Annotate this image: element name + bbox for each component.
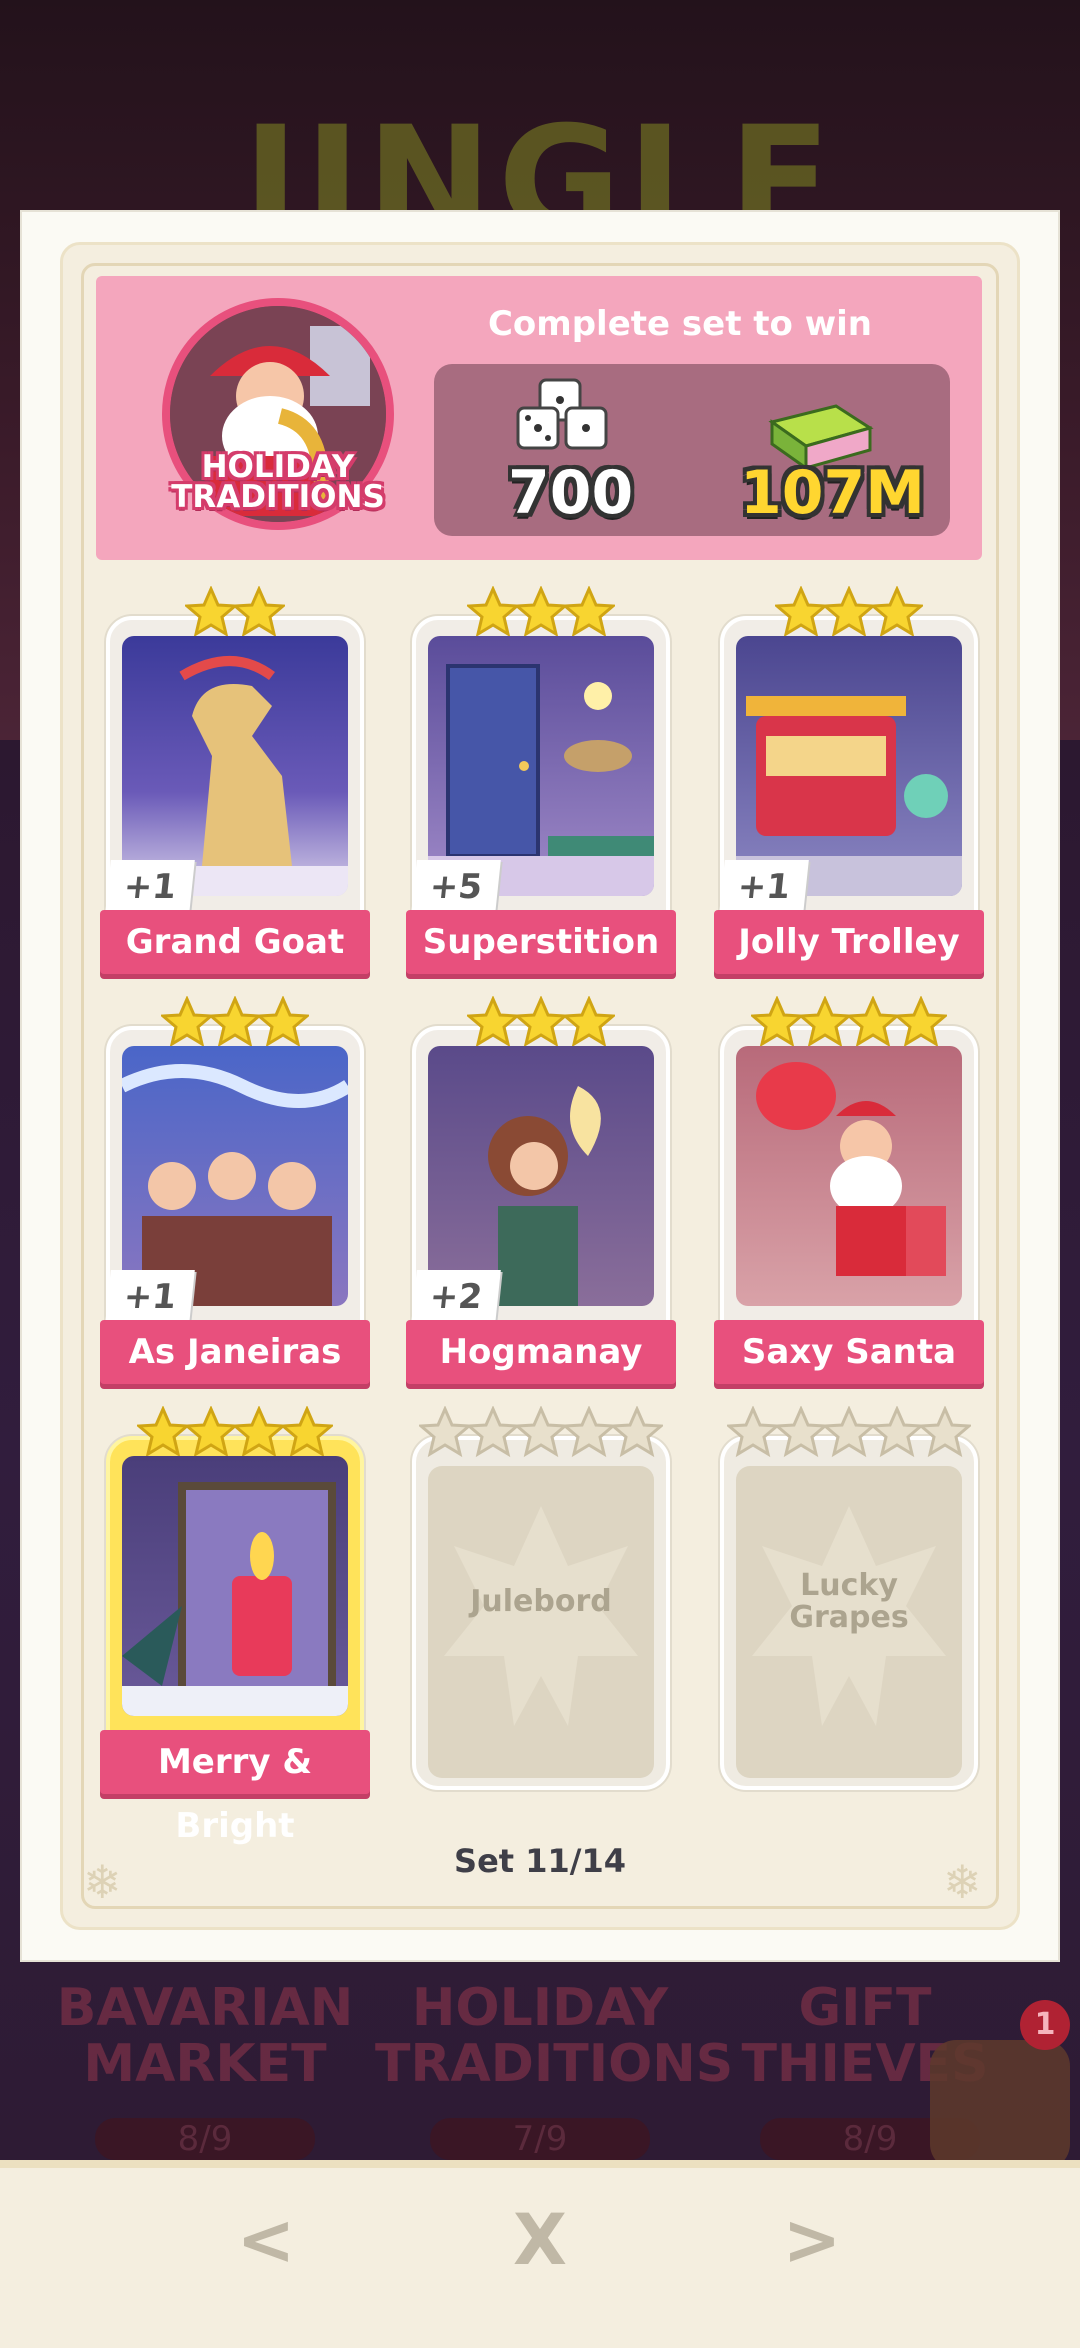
star-icon [799,996,851,1048]
star-icon [515,996,567,1048]
bg-set-count-2: 7/9 [430,2118,650,2160]
star-icon [775,586,827,638]
card-image [428,636,654,896]
door-lantern-icon [428,664,654,896]
star-icon [257,996,309,1048]
card-name: Hogmanay [406,1320,676,1384]
star-icon [467,1406,519,1458]
bg-set-count-1: 8/9 [95,2118,315,2160]
duplicate-count: +1 [105,860,195,914]
card-image [122,636,348,896]
card-merry-and-bright[interactable]: Merry & Bright [100,1406,370,1846]
star-icon [871,1406,923,1458]
card-name: Julebord [470,1584,612,1619]
dice-icon [516,378,608,450]
santa-saxophone-icon [756,1062,946,1276]
next-set-button[interactable]: > [752,2180,872,2300]
star-icon [611,1406,663,1458]
card-name: Jolly Trolley [714,910,984,974]
duplicate-count: +1 [719,860,809,914]
star-icon [823,1406,875,1458]
card-image [428,1046,654,1306]
star-icon [563,996,615,1048]
card-grand-goat[interactable]: +1 Grand Goat [100,586,370,974]
card-name: As Janeiras [100,1320,370,1384]
duplicate-count: +1 [105,1270,195,1324]
candle-icon [122,1482,348,1716]
card-as-janeiras[interactable]: +1 As Janeiras [100,996,370,1384]
cash-reward: 107M [740,458,925,528]
fire-dancer-icon [488,1086,601,1306]
star-icon [871,586,923,638]
duplicate-count: +2 [411,1270,501,1324]
star-icon [563,586,615,638]
card-julebord-locked[interactable]: Julebord [412,1406,670,1790]
dice-reward: 700 [508,458,634,528]
card-lucky-grapes-locked[interactable]: Lucky Grapes [720,1406,978,1790]
star-icon [419,1406,471,1458]
star-icon [895,996,947,1048]
card-name: Merry & Bright [100,1730,370,1846]
card-name: Lucky Grapes [789,1568,909,1635]
star-icon [161,996,213,1048]
card-stars [416,1406,666,1466]
bg-set-label-1: BAVARIAN MARKET [56,1978,354,2094]
star-icon [185,586,237,638]
carolers-icon [122,1064,348,1306]
star-icon [847,996,899,1048]
star-icon [233,1406,285,1458]
card-name: Saxy Santa [714,1320,984,1384]
star-icon [823,586,875,638]
straw-goat-icon [122,656,348,896]
star-icon [727,1406,779,1458]
card-image [122,1456,348,1716]
card-image [736,1046,962,1306]
star-icon [563,1406,615,1458]
card-name: Grand Goat [100,910,370,974]
star-icon [515,1406,567,1458]
star-icon [233,586,285,638]
empty-card-slot [428,1466,654,1778]
star-icon [209,996,261,1048]
card-jolly-trolley[interactable]: +1 Jolly Trolley [714,586,984,974]
burst-icon [444,1506,638,1726]
bg-album-button [930,2040,1070,2170]
star-icon [185,1406,237,1458]
card-superstition[interactable]: +5 Superstition [406,586,676,974]
close-button[interactable]: X [480,2180,600,2300]
star-icon [467,586,519,638]
card-stars [724,1406,974,1466]
star-icon [919,1406,971,1458]
previous-set-button[interactable]: < [206,2180,326,2300]
star-icon [515,586,567,638]
duplicate-count: +5 [411,860,501,914]
card-hogmanay[interactable]: +2 Hogmanay [406,996,676,1384]
card-name: Superstition [406,910,676,974]
star-icon [137,1406,189,1458]
card-saxy-santa[interactable]: Saxy Santa [714,996,984,1384]
notification-badge: 1 [1020,2000,1070,2050]
set-progress: Set 11/14 [454,1842,626,1880]
star-icon [751,996,803,1048]
card-image [736,636,962,896]
set-name: HOLIDAY TRADITIONS [171,449,385,515]
bg-set-label-2: HOLIDAY TRADITIONS [375,1978,734,2094]
complete-set-text: Complete set to win [487,304,873,344]
star-icon [281,1406,333,1458]
star-icon [775,1406,827,1458]
star-icon [467,996,519,1048]
card-image [122,1046,348,1306]
trolley-icon [736,696,962,896]
